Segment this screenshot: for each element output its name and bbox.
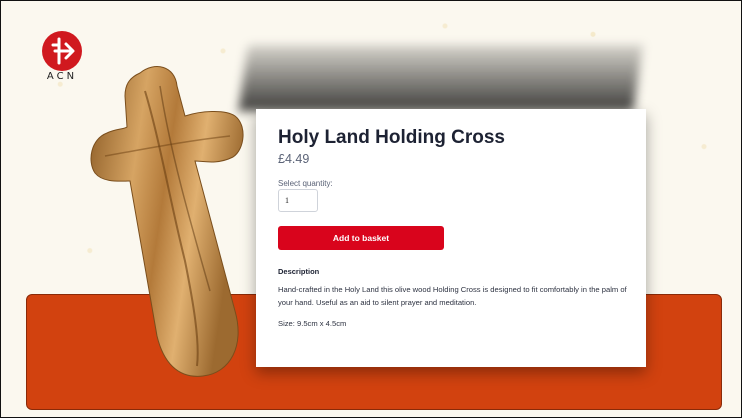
olive-wood-cross-image	[90, 66, 244, 377]
product-title: Holy Land Holding Cross	[278, 127, 505, 148]
product-card: Holy Land Holding Cross £4.49 Select qua…	[256, 109, 646, 367]
logo-text: ACN	[46, 71, 78, 82]
add-to-basket-button[interactable]: Add to basket	[278, 226, 444, 250]
size-text: Size: 9.5cm x 4.5cm	[278, 319, 347, 328]
description-text: Hand-crafted in the Holy Land this olive…	[278, 285, 627, 307]
quantity-label: Select quantity:	[278, 179, 333, 188]
card-shadow	[238, 45, 643, 111]
acn-logo[interactable]	[42, 31, 82, 71]
logo-cross-icon	[51, 37, 75, 65]
page-frame: ACN Holy Land Holding Cross £4.49 Select…	[0, 0, 742, 418]
